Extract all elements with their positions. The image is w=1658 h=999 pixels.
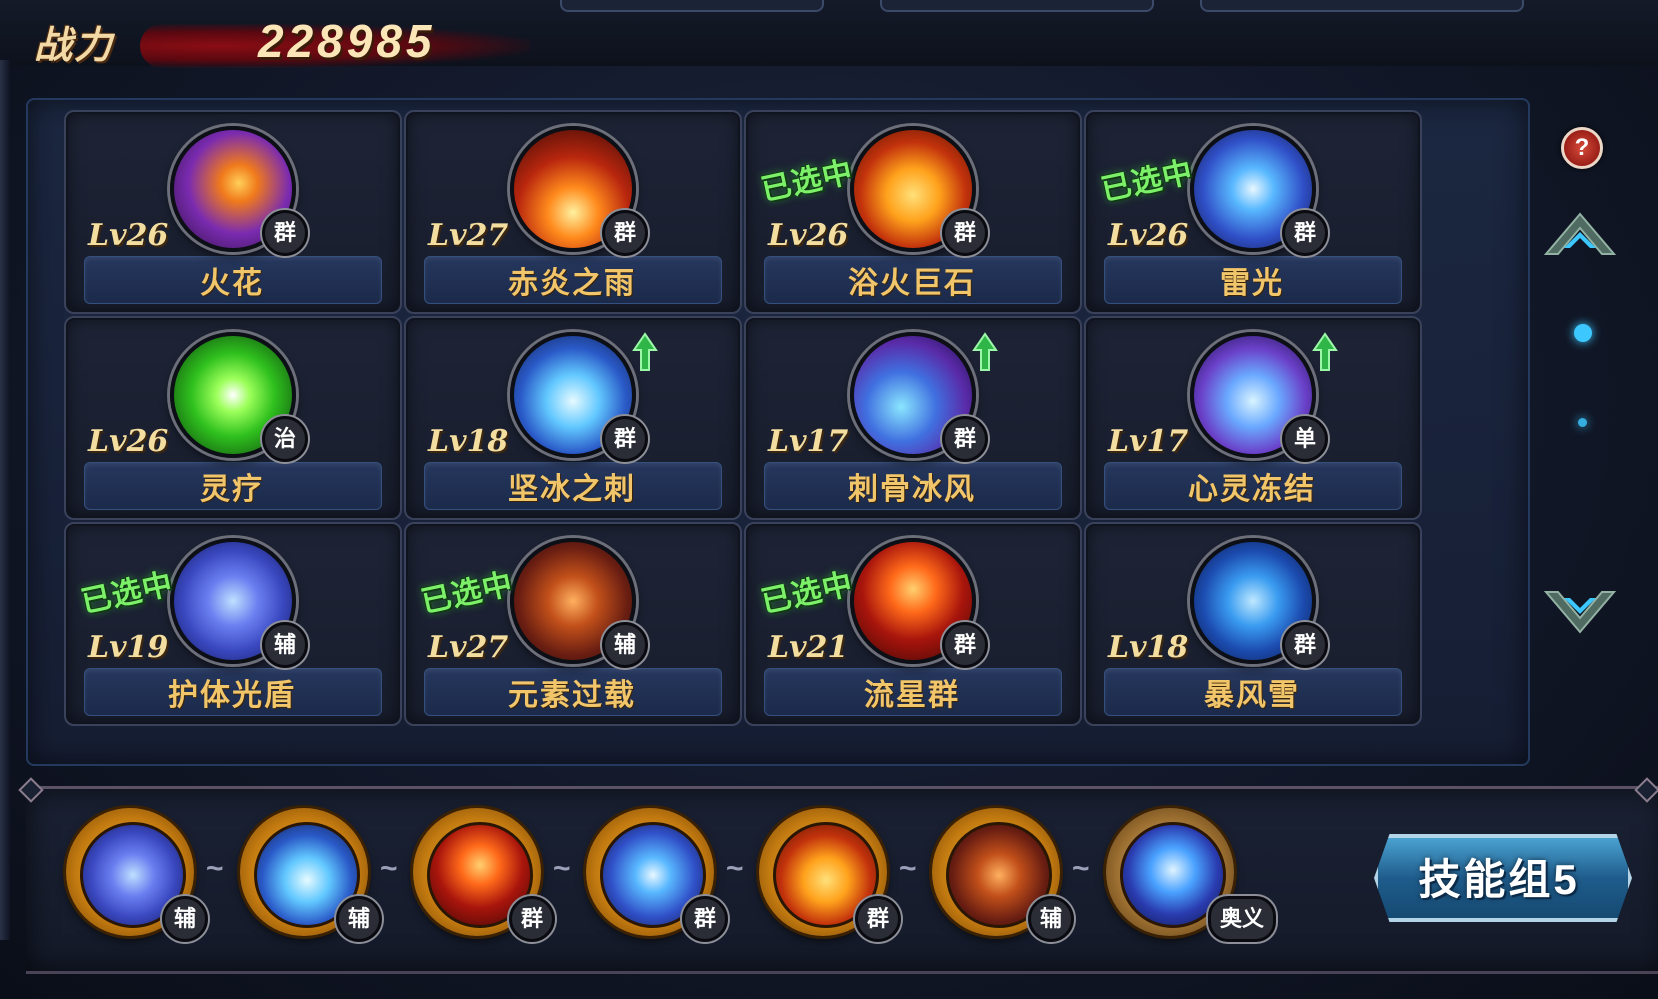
skill-level: Lv26	[768, 218, 849, 253]
skill-type-badge: 群	[682, 896, 728, 942]
skill-type-badge: 群	[602, 416, 648, 462]
chevron-down-icon	[1543, 591, 1617, 634]
skill-type-badge: 奥义	[1208, 896, 1276, 942]
skill-card[interactable]: Lv26 治灵疗	[64, 316, 402, 520]
skill-level: Lv27	[428, 218, 509, 253]
slot-separator: ~	[899, 852, 917, 885]
slot-separator: ~	[726, 852, 744, 885]
slot-separator: ~	[553, 852, 571, 885]
top-tab-1[interactable]	[560, 0, 824, 12]
skill-group-slot[interactable]: 群	[586, 808, 728, 942]
skill-level: Lv21	[768, 630, 849, 665]
skill-name: 心灵冻结	[1188, 473, 1316, 506]
skill-card[interactable]: Lv26 群浴火巨石 已选中	[744, 110, 1082, 314]
skill-level: Lv19	[88, 630, 169, 665]
skill-name: 元素过载	[508, 679, 636, 712]
skill-group-slot[interactable]: 群	[759, 808, 901, 942]
skill-type-badge: 群	[509, 896, 555, 942]
skill-type-badge: 群	[262, 210, 308, 256]
skill-card[interactable]: Lv18 群暴风雪	[1084, 522, 1422, 726]
skill-name: 坚冰之刺	[508, 473, 636, 506]
corner-ornament	[18, 777, 44, 803]
skill-type-badge: 群	[942, 210, 988, 256]
upgrade-arrow-icon	[632, 332, 658, 371]
skill-type-badge: 群	[942, 416, 988, 462]
skill-name: 刺骨冰风	[848, 473, 976, 506]
skill-type-badge: 辅	[1028, 896, 1074, 942]
skill-group-slot[interactable]: 辅	[932, 808, 1074, 942]
skill-name: 流星群	[864, 679, 960, 712]
skill-group-button-label: 技能组5	[1418, 856, 1580, 903]
help-button[interactable]: ?	[1561, 127, 1603, 169]
skill-group-slot[interactable]: 辅	[240, 808, 382, 942]
skill-level: Lv17	[768, 424, 849, 459]
power-label: 战力	[34, 25, 115, 67]
selected-label: 已选中	[758, 567, 857, 620]
skill-name: 灵疗	[200, 473, 264, 506]
slot-separator: ~	[1072, 852, 1090, 885]
skill-type-badge: 群	[1282, 210, 1328, 256]
skill-name: 浴火巨石	[848, 267, 976, 300]
skill-type-badge: 群	[602, 210, 648, 256]
corner-ornament	[1634, 777, 1658, 803]
skill-card[interactable]: Lv21 群流星群 已选中	[744, 522, 1082, 726]
skill-card[interactable]: Lv26 群雷光 已选中	[1084, 110, 1422, 314]
page-indicator[interactable]	[1578, 418, 1587, 427]
selected-label: 已选中	[758, 155, 857, 208]
top-tab-2[interactable]	[880, 0, 1154, 12]
skill-type-badge: 辅	[262, 622, 308, 668]
skill-level: Lv18	[1108, 630, 1189, 665]
skill-type-badge: 辅	[336, 896, 382, 942]
skill-type-badge: 治	[262, 416, 308, 462]
selected-label: 已选中	[418, 567, 517, 620]
skill-level: Lv26	[88, 218, 169, 253]
skill-card[interactable]: Lv18 群坚冰之刺	[404, 316, 742, 520]
page-indicator-active	[1574, 324, 1592, 342]
slot-separator: ~	[206, 852, 224, 885]
top-tab-3[interactable]	[1200, 0, 1524, 12]
skill-type-badge: 辅	[162, 896, 208, 942]
scroll-up-button[interactable]	[1540, 206, 1620, 262]
skill-type-badge: 辅	[602, 622, 648, 668]
skill-name: 雷光	[1220, 267, 1284, 300]
selected-label: 已选中	[1098, 155, 1197, 208]
skill-type-badge: 群	[1282, 622, 1328, 668]
skill-card[interactable]: Lv26 群火花	[64, 110, 402, 314]
skill-level: Lv18	[428, 424, 509, 459]
skill-card[interactable]: Lv27 辅元素过载 已选中	[404, 522, 742, 726]
skill-level: Lv17	[1108, 424, 1189, 459]
question-icon: ?	[1574, 134, 1590, 161]
skill-level: Lv27	[428, 630, 509, 665]
scroll-down-button[interactable]	[1540, 584, 1620, 640]
skill-level: Lv26	[88, 424, 169, 459]
skill-type-badge: 群	[942, 622, 988, 668]
skill-type-badge: 单	[1282, 416, 1328, 462]
skill-name: 护体光盾	[168, 679, 296, 712]
skill-card[interactable]: Lv19 辅护体光盾 已选中	[64, 522, 402, 726]
skill-group-slot[interactable]: 群	[413, 808, 555, 942]
skill-card[interactable]: Lv17 单心灵冻结	[1084, 316, 1422, 520]
skill-group-slot[interactable]: 奥义	[1106, 808, 1276, 942]
left-edge-decoration	[0, 60, 10, 940]
slot-separator: ~	[380, 852, 398, 885]
skill-card[interactable]: Lv17 群刺骨冰风	[744, 316, 1082, 520]
skill-card[interactable]: Lv27 群赤炎之雨	[404, 110, 742, 314]
skill-group-slot[interactable]: 辅	[66, 808, 208, 942]
skill-name: 赤炎之雨	[508, 267, 636, 300]
selected-label: 已选中	[78, 567, 177, 620]
skill-name: 暴风雪	[1204, 679, 1300, 712]
upgrade-arrow-icon	[1312, 332, 1338, 371]
chevron-up-icon	[1543, 212, 1617, 255]
upgrade-arrow-icon	[972, 332, 998, 371]
skill-type-badge: 群	[855, 896, 901, 942]
skill-name: 火花	[200, 267, 264, 300]
power-value: 228985	[258, 15, 436, 67]
skill-level: Lv26	[1108, 218, 1189, 253]
